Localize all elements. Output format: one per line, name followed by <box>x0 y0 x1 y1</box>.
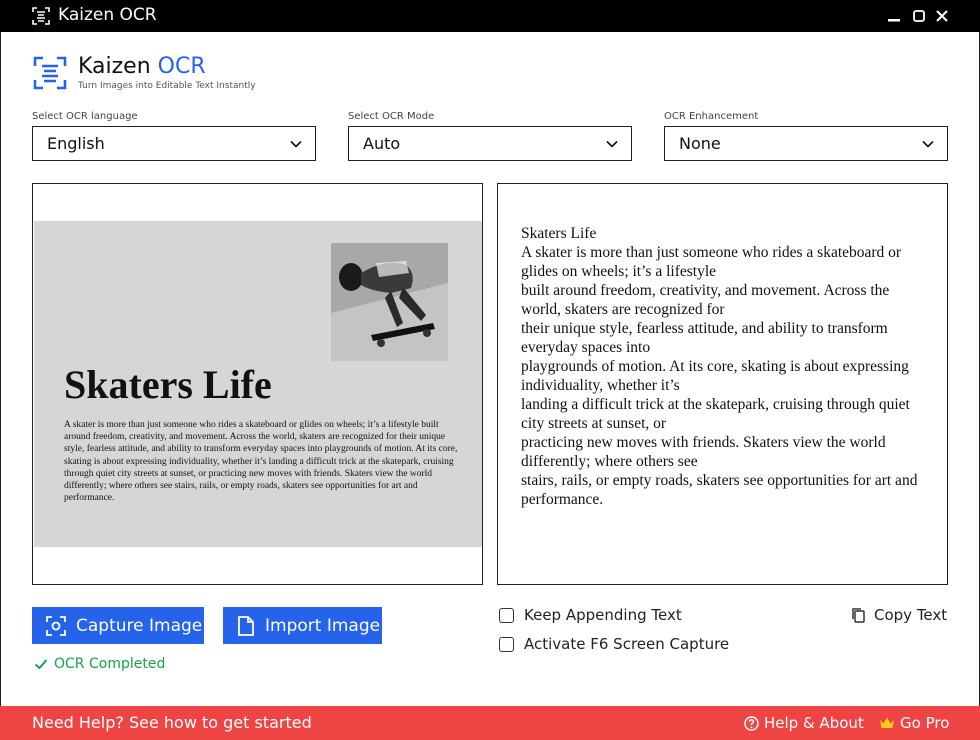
capture-image-label: Capture Image <box>76 615 203 636</box>
enhancement-label: OCR Enhancement <box>664 111 759 122</box>
close-button[interactable] <box>932 6 952 26</box>
copy-text-button[interactable]: Copy Text <box>850 606 947 624</box>
brand-name-main: Kaizen <box>78 54 151 79</box>
language-label: Select OCR language <box>32 111 138 122</box>
crown-icon <box>880 717 894 728</box>
camera-icon <box>46 615 66 636</box>
f6-capture-checkbox[interactable]: Activate F6 Screen Capture <box>499 635 729 653</box>
capture-image-button[interactable]: Capture Image <box>32 607 204 644</box>
help-link[interactable]: Need Help? See how to get started <box>32 713 312 732</box>
chevron-down-icon <box>606 140 618 148</box>
ocr-logo-icon <box>33 56 67 90</box>
copy-icon <box>852 607 865 623</box>
brand-name: Kaizen OCR <box>78 54 206 79</box>
mode-select[interactable]: Auto <box>348 126 632 161</box>
brand-name-accent: OCR <box>157 54 206 79</box>
title-bar: Kaizen OCR <box>0 0 980 32</box>
language-select[interactable]: English <box>32 126 316 161</box>
chevron-down-icon <box>290 140 302 148</box>
window-title: Kaizen OCR <box>58 5 157 25</box>
go-pro-link[interactable]: Go Pro <box>879 714 949 732</box>
footer-bar: Need Help? See how to get started Help &… <box>0 706 980 740</box>
ocr-output-pane[interactable]: Skaters Life A skater is more than just … <box>497 183 948 585</box>
maximize-button[interactable] <box>909 6 929 26</box>
keep-appending-label: Keep Appending Text <box>524 606 682 624</box>
checkbox-box[interactable] <box>499 636 514 652</box>
status-text: OCR Completed <box>54 656 166 672</box>
help-about-label: Help & About <box>764 714 864 732</box>
app-logo-icon <box>32 7 50 25</box>
skater-photo <box>331 243 448 361</box>
mode-value: Auto <box>363 134 401 153</box>
maximize-icon <box>913 10 925 22</box>
go-pro-label: Go Pro <box>900 714 950 732</box>
preview-title: Skaters Life <box>64 362 272 407</box>
check-icon <box>34 659 48 670</box>
image-preview-pane: Skaters Life A skater is more than just … <box>32 183 483 585</box>
import-image-label: Import Image <box>265 615 381 636</box>
document-icon <box>238 615 254 636</box>
enhancement-select[interactable]: None <box>664 126 948 161</box>
minimize-button[interactable] <box>884 6 904 26</box>
import-image-button[interactable]: Import Image <box>223 607 382 644</box>
ocr-output-text[interactable]: Skaters Life A skater is more than just … <box>521 224 921 509</box>
copy-text-label: Copy Text <box>874 606 948 624</box>
help-icon <box>744 715 759 731</box>
minimize-icon <box>888 19 900 22</box>
skater-illustration <box>331 243 448 361</box>
preview-body: A skater is more than just someone who r… <box>64 420 458 504</box>
help-about-link[interactable]: Help & About <box>744 714 864 732</box>
chevron-down-icon <box>922 140 934 148</box>
checkbox-box[interactable] <box>499 607 514 623</box>
close-icon <box>936 10 948 22</box>
scanned-image: Skaters Life A skater is more than just … <box>34 221 482 547</box>
brand-tagline: Turn Images into Editable Text Instantly <box>78 81 256 91</box>
f6-capture-label: Activate F6 Screen Capture <box>524 635 730 653</box>
language-value: English <box>47 134 105 153</box>
mode-label: Select OCR Mode <box>348 111 435 122</box>
status-indicator: OCR Completed <box>34 656 165 672</box>
enhancement-value: None <box>679 134 721 153</box>
keep-appending-checkbox[interactable]: Keep Appending Text <box>499 606 682 624</box>
